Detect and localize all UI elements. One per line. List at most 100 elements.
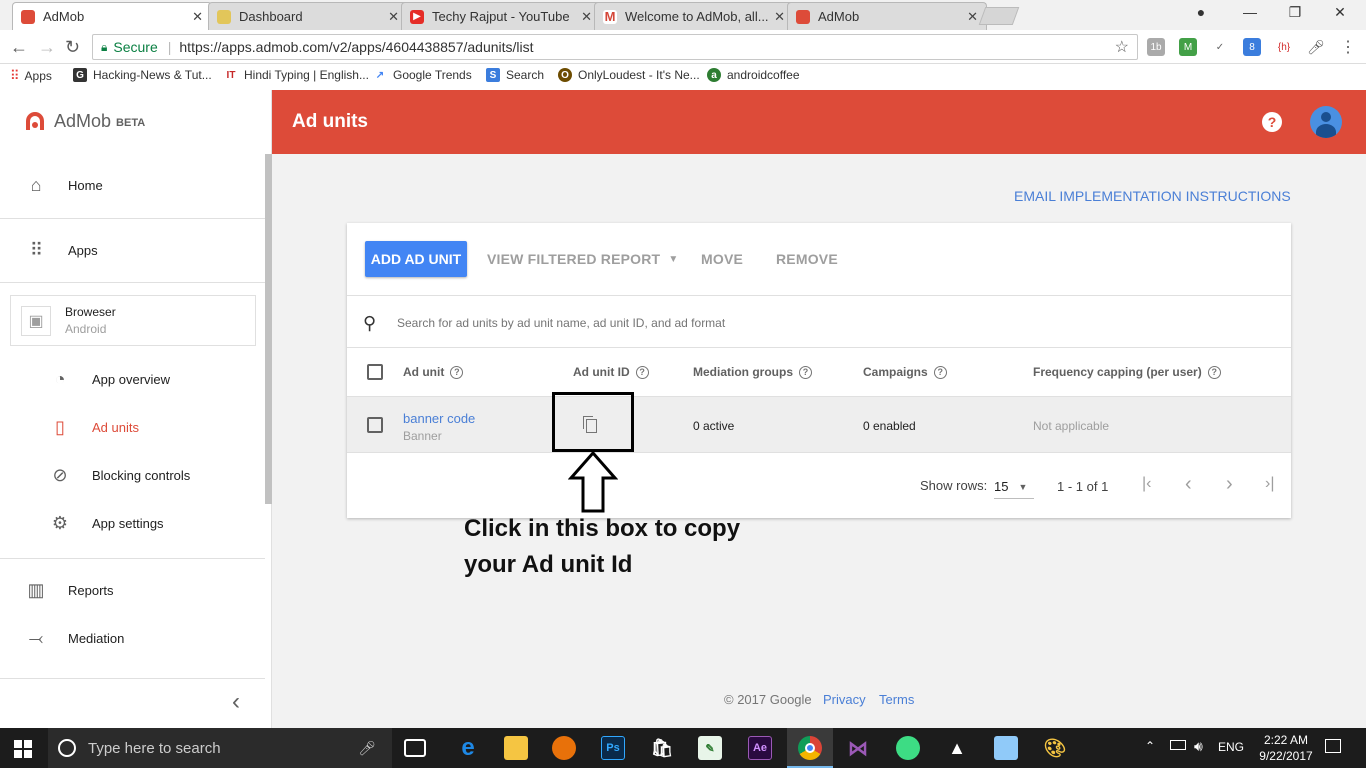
browser-tab-dashboard[interactable]: Dashboard ✕	[208, 2, 408, 30]
column-header-ad-unit-id[interactable]: Ad unit ID?	[573, 365, 649, 379]
rows-per-page-select[interactable]: 15 ▼	[994, 475, 1034, 499]
after-effects-icon[interactable]: Ae	[748, 736, 772, 760]
photoshop-icon[interactable]: Ps	[601, 736, 625, 760]
app-icon[interactable]	[994, 736, 1018, 760]
admob-logo[interactable]: AdMob BETA	[24, 110, 145, 132]
search-input[interactable]	[397, 312, 1097, 334]
sidebar-item-home[interactable]: ⌂ Home	[0, 161, 265, 209]
bookmark-hindi-typing[interactable]: IT Hindi Typing | English...	[224, 68, 369, 82]
extension-1b-icon[interactable]: 1b	[1147, 38, 1165, 56]
first-page-icon[interactable]: |‹	[1142, 475, 1151, 493]
microphone-icon[interactable]: 🎤︎	[358, 740, 376, 757]
table-row[interactable]: banner code Banner 0 active 0 enabled No…	[347, 392, 1291, 453]
sidebar-item-blocking-controls[interactable]: ⊘ Blocking controls	[0, 451, 265, 499]
sidebar-item-app-overview[interactable]: ◔ App overview	[0, 355, 265, 403]
help-icon[interactable]: ?	[450, 365, 464, 379]
row-checkbox[interactable]	[367, 417, 383, 433]
column-header-campaigns[interactable]: Campaigns?	[863, 365, 947, 379]
remove-button[interactable]: REMOVE	[776, 251, 838, 267]
taskbar-search-box[interactable]: Type here to search 🎤︎	[48, 728, 392, 768]
url-text[interactable]: https://apps.admob.com/v2/apps/460443885…	[179, 39, 533, 55]
chrome-menu-icon[interactable]: ⋮	[1339, 38, 1357, 56]
chrome-taskbar-button[interactable]	[787, 728, 833, 768]
close-tab-icon[interactable]: ✕	[388, 9, 399, 25]
email-instructions-link[interactable]: EMAIL IMPLEMENTATION INSTRUCTIONS	[1014, 188, 1291, 204]
close-window-icon[interactable]: ✕	[1330, 4, 1350, 21]
help-icon[interactable]: ?	[799, 365, 812, 379]
sidebar-item-ad-units[interactable]: ▯ Ad units	[0, 403, 265, 451]
help-icon[interactable]: ?	[933, 365, 947, 379]
copy-id-icon[interactable]	[583, 416, 597, 433]
help-icon[interactable]: ?	[1262, 112, 1282, 132]
close-tab-icon[interactable]: ✕	[967, 9, 978, 25]
extension-check-icon[interactable]: ✓	[1211, 38, 1229, 56]
task-view-icon[interactable]	[404, 739, 426, 757]
app-selector[interactable]: ▣ Broweser Android	[10, 295, 256, 346]
firefox-icon[interactable]	[552, 736, 576, 760]
microphone-icon[interactable]: 🎤︎	[1307, 38, 1325, 56]
sidebar-item-apps[interactable]: ⠿ Apps	[0, 226, 265, 274]
sidebar-item-mediation[interactable]: ⤙ Mediation	[0, 614, 265, 662]
windows-start-icon[interactable]	[14, 740, 32, 758]
collapse-sidebar-icon[interactable]: ‹	[232, 688, 240, 716]
profile-icon[interactable]: ●	[1191, 4, 1211, 20]
bookmark-onlyloudest[interactable]: O OnlyLoudest - It's Ne...	[558, 68, 700, 82]
address-bar[interactable]: 🔒︎ Secure | https://apps.admob.com/v2/ap…	[92, 34, 1138, 60]
browser-tab-admob[interactable]: AdMob ✕	[12, 2, 212, 30]
ad-unit-name-link[interactable]: banner code	[403, 411, 475, 426]
column-header-frequency-capping[interactable]: Frequency capping (per user)?	[1033, 365, 1221, 379]
reload-icon[interactable]: ↻	[65, 37, 80, 58]
last-page-icon[interactable]: ›|	[1265, 475, 1274, 493]
action-center-icon[interactable]	[1325, 739, 1341, 753]
footer-terms-link[interactable]: Terms	[879, 692, 914, 707]
column-header-ad-unit[interactable]: Ad unit?	[403, 365, 464, 379]
restore-icon[interactable]: ❐	[1285, 4, 1305, 21]
close-tab-icon[interactable]: ✕	[774, 9, 785, 25]
close-tab-icon[interactable]: ✕	[192, 9, 203, 25]
bookmark-androidcoffee[interactable]: a androidcoffee	[707, 68, 800, 82]
sidebar-item-reports[interactable]: ▥ Reports	[0, 566, 265, 614]
sidebar-scrollbar[interactable]	[265, 154, 272, 504]
file-explorer-icon[interactable]	[504, 736, 528, 760]
add-ad-unit-button[interactable]: ADD AD UNIT	[365, 241, 467, 277]
close-tab-icon[interactable]: ✕	[581, 9, 592, 25]
view-filtered-report-button[interactable]: VIEW FILTERED REPORT ▼	[487, 251, 678, 267]
show-hidden-icons-icon[interactable]: ⌃	[1145, 739, 1155, 753]
browser-tab-youtube[interactable]: ▶ Techy Rajput - YouTube ✕	[401, 2, 601, 30]
extension-h-icon[interactable]: {h}	[1275, 38, 1293, 56]
language-indicator[interactable]: ENG	[1218, 740, 1244, 754]
help-icon[interactable]: ?	[1207, 365, 1221, 379]
extension-m-icon[interactable]: M	[1179, 38, 1197, 56]
sidebar-item-app-settings[interactable]: ⚙ App settings	[0, 499, 265, 547]
notepad-icon[interactable]: ✎	[698, 736, 722, 760]
store-icon[interactable]: 🛍︎	[650, 736, 674, 760]
footer-privacy-link[interactable]: Privacy	[823, 692, 866, 707]
select-all-checkbox[interactable]	[367, 364, 383, 380]
forward-icon[interactable]: →	[38, 37, 56, 58]
bookmark-search[interactable]: S Search	[486, 68, 544, 82]
column-header-mediation-groups[interactable]: Mediation groups?	[693, 365, 812, 379]
bookmark-star-icon[interactable]: ☆	[1115, 37, 1129, 57]
bookmark-hacking-news[interactable]: G Hacking-News & Tut...	[73, 68, 212, 82]
clock[interactable]: 2:22 AM 9/22/2017	[1256, 732, 1316, 764]
edge-icon[interactable]: e	[456, 734, 480, 761]
browser-tab-gmail[interactable]: M Welcome to AdMob, all... ✕	[594, 2, 794, 30]
visual-studio-icon[interactable]: ⋈	[846, 736, 870, 760]
next-page-icon[interactable]: ›	[1226, 473, 1233, 496]
bookmark-apps[interactable]: ⠿ Apps	[10, 68, 52, 84]
volume-icon[interactable]: 🔊︎	[1194, 738, 1203, 755]
browser-tab-admob-2[interactable]: AdMob ✕	[787, 2, 987, 30]
minimize-icon[interactable]: —	[1240, 4, 1260, 20]
bookmark-google-trends[interactable]: ↗ Google Trends	[373, 68, 472, 82]
extension-translate-icon[interactable]: 8	[1243, 38, 1261, 56]
photos-icon[interactable]: ▲	[945, 736, 969, 760]
avatar[interactable]	[1310, 106, 1342, 138]
previous-page-icon[interactable]: ‹	[1185, 473, 1192, 496]
android-studio-icon[interactable]	[896, 736, 920, 760]
move-button[interactable]: MOVE	[701, 251, 743, 267]
battery-icon[interactable]	[1170, 740, 1186, 750]
paint-icon[interactable]: 🎨︎	[1043, 736, 1067, 760]
new-tab-button[interactable]	[978, 7, 1020, 25]
back-icon[interactable]: ←	[10, 37, 28, 58]
help-icon[interactable]: ?	[635, 365, 649, 379]
